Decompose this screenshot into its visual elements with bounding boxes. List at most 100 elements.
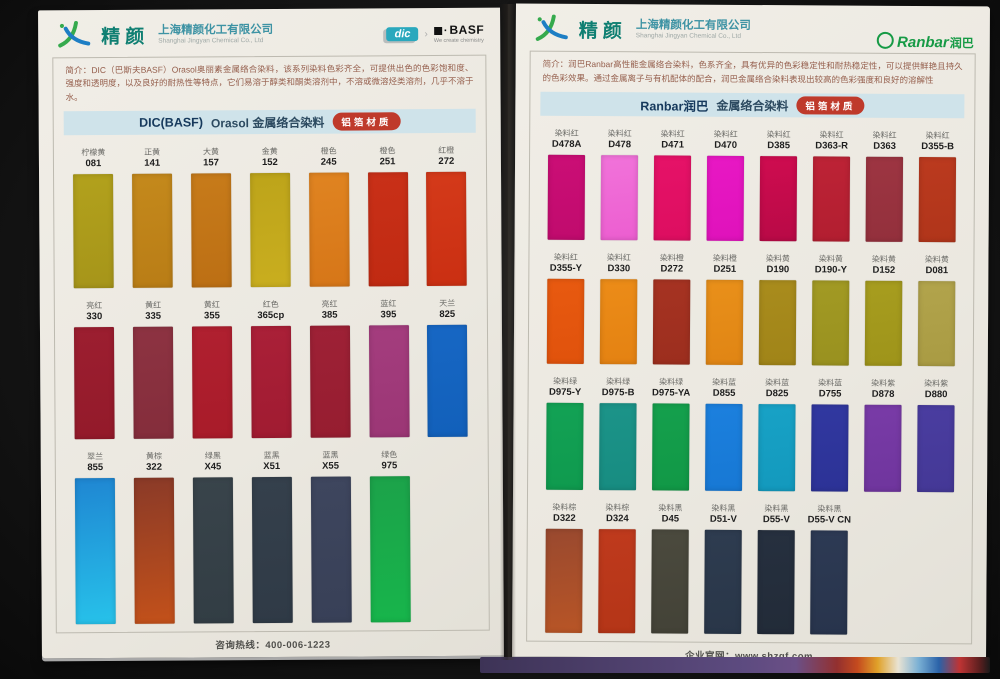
- swatch-name: 橙色: [321, 147, 337, 157]
- swatch-name: 染料黑: [817, 504, 841, 514]
- color-swatch: [133, 327, 174, 439]
- swatch-name: 染料红: [607, 253, 631, 263]
- swatch-code: 157: [203, 158, 219, 170]
- left-swatch-grid: 柠檬黄081正黄141大黄157金黄152橙色245橙色251红橙272亮红33…: [64, 133, 479, 624]
- swatch-cell: 金黄152: [240, 147, 300, 287]
- swatch-code: 355: [204, 311, 220, 323]
- book-bottom-edge: [480, 657, 990, 673]
- swatch-name: 柠檬黄: [81, 148, 105, 158]
- swatch-code: 152: [262, 157, 278, 169]
- color-card-book: 精颜 上海精颜化工有限公司 Shanghai Jingyan Chemical …: [0, 0, 1000, 679]
- swatch-cell: 黄红355: [182, 300, 242, 438]
- swatch-cell: 染料棕D322: [537, 503, 591, 633]
- company-name-cn: 精颜: [579, 15, 627, 42]
- swatch-code: 395: [380, 309, 396, 321]
- swatch-code: D478: [608, 139, 631, 151]
- swatch-code: D324: [606, 513, 629, 525]
- basf-square-icon: [434, 27, 442, 35]
- swatch-cell: 黄棕322: [125, 452, 185, 624]
- swatch-name: 红橙: [438, 146, 454, 156]
- jingyan-logo-icon: [532, 14, 572, 44]
- swatch-name: 染料绿: [553, 377, 577, 387]
- swatch-code: X51: [263, 461, 280, 473]
- color-swatch: [311, 477, 352, 623]
- swatch-cell: 橙色251: [358, 146, 418, 286]
- swatch-name: 天兰: [439, 299, 455, 309]
- swatch-name: 染料橙: [660, 254, 684, 264]
- swatch-row: 亮红330黄红335黄红355红色365cp亮红385蓝红395天兰825: [65, 299, 478, 439]
- color-swatch: [192, 326, 233, 438]
- color-swatch: [810, 530, 848, 634]
- swatch-name: 染料紫: [871, 379, 895, 389]
- swatch-cell: 蓝红395: [359, 299, 419, 437]
- color-swatch: [545, 528, 583, 632]
- swatch-code: 975: [381, 460, 397, 472]
- swatch-name: 绿色: [381, 450, 397, 460]
- swatch-name: 黄红: [204, 301, 220, 311]
- swatch-code: D45: [662, 513, 680, 525]
- swatch-name: 染料黄: [872, 255, 896, 265]
- basf-tagline: We create chemistry: [434, 38, 484, 44]
- swatch-name: 正黄: [144, 148, 160, 158]
- color-swatch: [599, 403, 637, 490]
- swatch-code: 335: [145, 311, 161, 323]
- color-swatch: [707, 156, 745, 241]
- swatch-cell: 染料黄D081: [910, 255, 964, 366]
- swatch-name: 染料蓝: [712, 378, 736, 388]
- swatch-cell: 染料红D355-Y: [539, 253, 593, 364]
- swatch-cell: 染料黑D55-V: [749, 504, 803, 634]
- swatch-code: D363-R: [815, 141, 848, 153]
- color-swatch: [73, 174, 114, 288]
- foil-material-badge: 铝箔材质: [796, 96, 864, 114]
- swatch-code: D825: [766, 388, 789, 400]
- swatch-name: 染料黄: [766, 254, 790, 264]
- swatch-cell: 染料黑D51-V: [696, 503, 750, 633]
- right-swatch-grid: 染料红D478A染料红D478染料红D471染料红D470染料红D385染料红D…: [537, 116, 964, 635]
- foil-material-badge: 铝箔材质: [332, 113, 400, 131]
- swatch-code: D755: [819, 388, 842, 400]
- color-swatch: [191, 173, 232, 287]
- swatch-cell: 染料橙D272: [645, 253, 699, 364]
- right-page: 精颜 上海精颜化工有限公司 Shanghai Jingyan Chemical …: [512, 4, 990, 660]
- swatch-name: 染料黑: [658, 503, 682, 513]
- swatch-name: 黄棕: [146, 452, 162, 462]
- swatch-cell: 蓝黑X51: [242, 451, 302, 623]
- company-name-en: Shanghai Jingyan Chemical Co., Ltd: [636, 32, 751, 40]
- ranbar-wordmark-cn: 润巴: [950, 34, 974, 51]
- left-title-brand: DIC(BASF): [139, 116, 203, 130]
- swatch-code: X55: [322, 461, 339, 473]
- color-swatch: [705, 404, 743, 491]
- swatch-cell: 大黄157: [182, 148, 242, 288]
- color-swatch: [250, 173, 291, 287]
- swatch-name: 染料黑: [711, 504, 735, 514]
- logo-separator: ›: [424, 29, 427, 40]
- company-name-en: Shanghai Jingyan Chemical Co., Ltd: [158, 37, 273, 45]
- swatch-code: 272: [438, 156, 454, 168]
- color-swatch: [310, 326, 351, 438]
- swatch-code: D51-V: [710, 514, 737, 526]
- swatch-cell: 染料橙D251: [698, 254, 752, 365]
- swatch-cell: 染料红D385: [752, 130, 806, 241]
- swatch-code: 251: [380, 157, 396, 169]
- swatch-cell: 天兰825: [418, 299, 478, 437]
- right-title-bar: Ranbar润巴 金属络合染料 铝箔材质: [540, 92, 964, 119]
- swatch-cell: 染料红D355-B: [911, 131, 965, 242]
- color-swatch: [427, 325, 468, 437]
- color-swatch: [651, 529, 689, 633]
- swatch-code: X45: [204, 461, 221, 473]
- swatch-row: 柠檬黄081正黄141大黄157金黄152橙色245橙色251红橙272: [64, 146, 477, 288]
- swatch-cell: 染料紫D880: [909, 379, 963, 492]
- swatch-name: 黄红: [145, 301, 161, 311]
- color-swatch: [74, 327, 115, 439]
- swatch-cell: 绿色975: [360, 450, 420, 622]
- swatch-cell: 正黄141: [123, 148, 183, 288]
- swatch-name: 翠兰: [87, 452, 103, 462]
- color-swatch: [704, 529, 742, 633]
- swatch-code: D478A: [552, 139, 582, 151]
- color-swatch: [813, 156, 851, 241]
- swatch-code: 385: [322, 310, 338, 322]
- swatch-code: D190-Y: [815, 264, 847, 276]
- swatch-code: D355-Y: [550, 263, 582, 275]
- swatch-row: 染料棕D322染料棕D324染料黑D45染料黑D51-V染料黑D55-V染料黑D…: [537, 503, 962, 635]
- swatch-code: D152: [872, 265, 895, 277]
